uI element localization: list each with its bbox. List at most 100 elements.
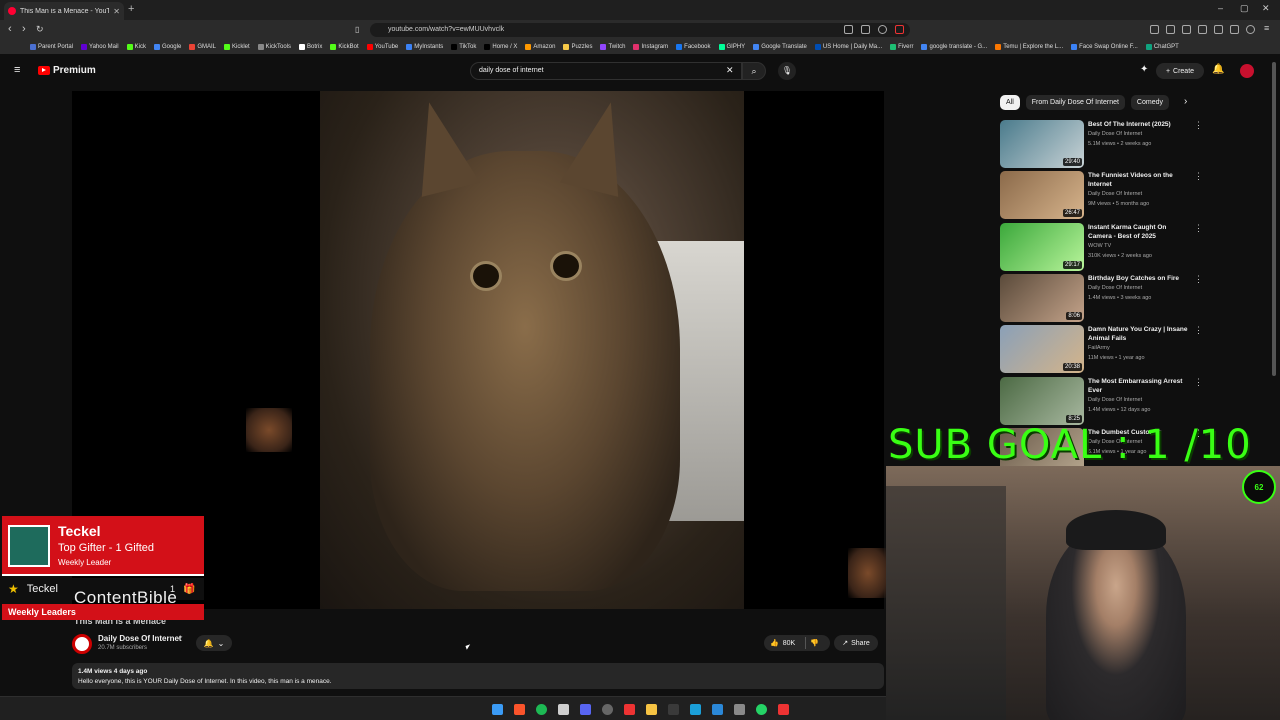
clear-search-icon[interactable]: ✕ xyxy=(726,65,734,76)
recommendation-channel[interactable]: Daily Dose Of Internet xyxy=(1088,131,1142,137)
brave-browser-icon[interactable] xyxy=(514,704,525,715)
recommendation-item[interactable]: 20:38 Damn Nature You Crazy | Insane Anim… xyxy=(1000,325,1203,374)
recommendation-item[interactable]: 26:47 The Funniest Videos on the Internet… xyxy=(1000,171,1203,220)
recommendation-thumbnail[interactable]: 29:17 xyxy=(1000,222,1084,271)
more-options-icon[interactable]: ⋮ xyxy=(1194,171,1203,182)
recommendation-item[interactable]: 29:17 Instant Karma Caught On Camera - Be… xyxy=(1000,222,1203,271)
recommendation-title[interactable]: The Funniest Videos on the Internet xyxy=(1088,171,1192,189)
create-button[interactable]: + Create xyxy=(1156,63,1204,79)
filter-chip[interactable]: Comedy xyxy=(1130,95,1169,110)
bookmark-item[interactable]: Temu | Explore the L... xyxy=(995,44,1063,50)
maximize-button[interactable]: ▢ xyxy=(1240,3,1249,14)
bookmark-item[interactable]: Botrix xyxy=(299,44,322,50)
pin-icon[interactable] xyxy=(624,704,635,715)
minimize-button[interactable]: – xyxy=(1218,3,1223,13)
share-button[interactable]: ↗ Share xyxy=(834,635,878,651)
close-window-button[interactable]: ✕ xyxy=(1262,3,1270,14)
downloads-icon[interactable] xyxy=(1182,25,1191,34)
tab-close-icon[interactable]: ✕ xyxy=(113,7,120,16)
windows-start-icon[interactable] xyxy=(492,704,503,715)
page-scrollbar[interactable] xyxy=(1272,62,1276,376)
url-input[interactable]: youtube.com/watch?v=ewMUUvhvclk xyxy=(370,23,910,37)
bookmark-item[interactable]: YouTube xyxy=(366,44,398,50)
channel-avatar[interactable] xyxy=(72,634,92,654)
whatsapp-icon[interactable] xyxy=(756,704,767,715)
bookmark-item[interactable]: Parent Portal xyxy=(30,44,73,50)
bookmark-item[interactable]: GMAIL xyxy=(189,44,216,50)
reload-icon[interactable]: ↻ xyxy=(36,24,44,35)
sidebar-icon[interactable] xyxy=(1166,25,1175,34)
cast-icon[interactable] xyxy=(844,25,853,34)
subscribed-bell-button[interactable]: 🔔 ⌄ xyxy=(196,635,232,651)
bookmark-item[interactable]: Fiverr xyxy=(890,44,913,50)
recommendation-thumbnail[interactable]: 29:40 xyxy=(1000,120,1084,168)
bookmark-item[interactable]: US Home | Daily Ma... xyxy=(814,44,882,50)
cast-badge-icon[interactable]: ✦ xyxy=(1140,64,1148,75)
recommendation-thumbnail[interactable]: 8:06 xyxy=(1000,273,1084,322)
search-input[interactable]: daily dose of internet xyxy=(470,62,742,80)
maps-icon[interactable] xyxy=(778,704,789,715)
shield-icon[interactable] xyxy=(878,25,887,34)
bookmark-item[interactable]: KickBot xyxy=(330,44,359,50)
recommendation-channel[interactable]: Daily Dose Of Internet xyxy=(1088,285,1142,291)
forward-arrow-icon[interactable]: › xyxy=(22,23,26,35)
microphone-icon[interactable]: 🎙 xyxy=(778,62,796,80)
avatar[interactable] xyxy=(1240,64,1254,78)
app-icon[interactable] xyxy=(668,704,679,715)
recommendation-channel[interactable]: Daily Dose Of Internet xyxy=(1088,191,1142,197)
bookmark-item[interactable]: Kicklet xyxy=(223,44,250,50)
more-options-icon[interactable]: ⋮ xyxy=(1194,325,1203,336)
recommendation-channel[interactable]: FailArmy xyxy=(1088,345,1110,351)
bookmark-item[interactable]: Instagram xyxy=(633,44,668,50)
recommendation-title[interactable]: Birthday Boy Catches on Fire xyxy=(1088,274,1192,283)
discord-icon[interactable] xyxy=(580,704,591,715)
calendar-icon[interactable] xyxy=(558,704,569,715)
extension-icon[interactable] xyxy=(1150,25,1159,34)
bookmark-item[interactable]: GIPHY xyxy=(718,44,745,50)
recommendation-channel[interactable]: WOW TV xyxy=(1088,243,1111,249)
steam-icon[interactable] xyxy=(690,704,701,715)
thumbs-down-icon[interactable]: 👎 xyxy=(810,639,819,647)
profile-icon[interactable] xyxy=(1246,25,1255,34)
bookmark-item[interactable]: Kick xyxy=(126,44,146,50)
bookmark-item[interactable]: KickTools xyxy=(257,44,291,50)
notification-bell-icon[interactable]: 🔔 xyxy=(1212,64,1224,75)
alert-icon[interactable] xyxy=(895,25,904,34)
photos-icon[interactable] xyxy=(712,704,723,715)
bookmark-item[interactable]: Amazon xyxy=(525,44,555,50)
bookmark-item[interactable]: Puzzles xyxy=(563,44,592,50)
recommendation-item[interactable]: 29:40 Best Of The Internet (2025) Daily Do… xyxy=(1000,120,1203,168)
filter-chip[interactable]: From Daily Dose Of Internet xyxy=(1025,95,1125,110)
recommendation-thumbnail[interactable]: 26:47 xyxy=(1000,171,1084,220)
bookmark-item[interactable]: Face Swap Online F... xyxy=(1071,44,1138,50)
search-button[interactable]: ⌕ xyxy=(742,62,766,80)
bookmark-page-icon[interactable]: ▯ xyxy=(355,25,359,34)
spotify-icon[interactable] xyxy=(536,704,547,715)
chips-next-icon[interactable]: › xyxy=(1184,96,1187,107)
hamburger-menu-icon[interactable]: ≡ xyxy=(14,64,20,76)
more-options-icon[interactable]: ⋮ xyxy=(1194,120,1203,131)
bookmark-item[interactable]: google translate - G... xyxy=(921,44,987,50)
bookmark-item[interactable]: Home / X xyxy=(484,44,517,50)
recommendation-thumbnail[interactable]: 8:25 xyxy=(1000,376,1084,425)
more-options-icon[interactable]: ⋮ xyxy=(1194,274,1203,285)
share-page-icon[interactable] xyxy=(861,25,870,34)
recommendation-item[interactable]: 8:25 The Most Embarrassing Arrest Ever Dai… xyxy=(1000,376,1203,425)
settings-gear-icon[interactable] xyxy=(734,704,745,715)
vpn-icon[interactable] xyxy=(1230,25,1239,34)
bookmark-item[interactable]: Facebook xyxy=(676,44,711,50)
menu-dots-icon[interactable]: ≡ xyxy=(1264,23,1269,33)
bookmark-item[interactable]: Twitch xyxy=(600,44,625,50)
video-frame-cat[interactable] xyxy=(320,91,744,609)
more-options-icon[interactable]: ⋮ xyxy=(1194,223,1203,234)
bookmark-item[interactable]: Google Translate xyxy=(753,44,807,50)
obs-icon[interactable] xyxy=(602,704,613,715)
recommendation-title[interactable]: Best Of The Internet (2025) xyxy=(1088,120,1192,129)
wallet-icon[interactable] xyxy=(1214,25,1223,34)
bookmark-item[interactable]: ChatGPT xyxy=(1145,44,1179,50)
like-button[interactable]: 👍 80K 👎 xyxy=(764,635,830,651)
recommendation-channel[interactable]: Daily Dose Of Internet xyxy=(1088,397,1142,403)
recommendation-title[interactable]: The Most Embarrassing Arrest Ever xyxy=(1088,377,1192,395)
recommendation-title[interactable]: Instant Karma Caught On Camera - Best of… xyxy=(1088,223,1192,241)
recommendation-item[interactable]: 8:06 Birthday Boy Catches on Fire Daily Do… xyxy=(1000,273,1203,322)
